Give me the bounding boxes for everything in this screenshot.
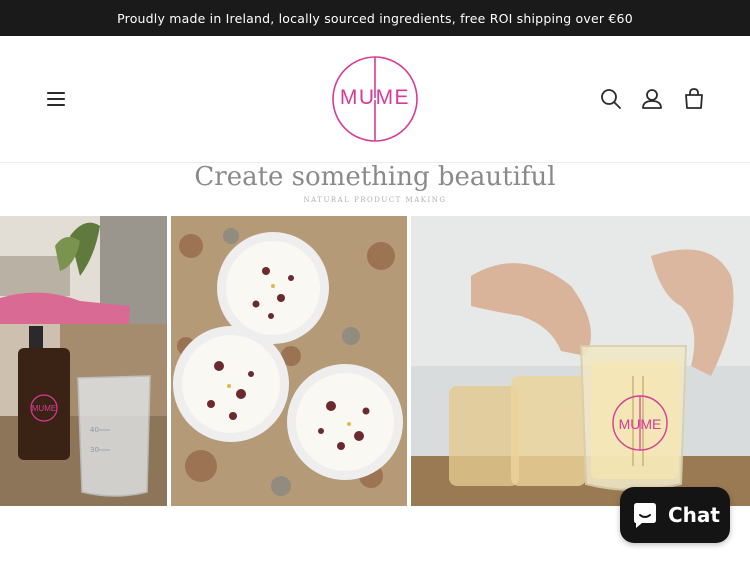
hero-title: Create something beautiful xyxy=(194,162,556,192)
site-logo[interactable]: MUME xyxy=(328,54,422,144)
beaker-mark-30: 30 xyxy=(90,446,99,454)
glass-label: MUME xyxy=(619,416,662,432)
announcement-bar: Proudly made in Ireland, locally sourced… xyxy=(0,0,750,36)
menu-icon[interactable] xyxy=(42,86,70,112)
account-icon[interactable] xyxy=(639,86,665,112)
announcement-text: Proudly made in Ireland, locally sourced… xyxy=(117,10,633,26)
gallery-photo-glass[interactable]: MUME xyxy=(411,216,750,506)
hero-subtitle: NATURAL PRODUCT MAKING xyxy=(303,196,447,204)
logo-text: MUME xyxy=(339,86,411,109)
gallery-photo-candles[interactable] xyxy=(171,216,407,506)
site-header: MUME xyxy=(0,36,750,163)
cart-icon[interactable] xyxy=(681,86,707,112)
chat-label: Chat xyxy=(668,503,720,527)
beaker-mark-40: 40 xyxy=(90,426,99,434)
bottle-label: MUME xyxy=(32,404,56,413)
chat-bubble-icon xyxy=(634,503,656,528)
search-icon[interactable] xyxy=(598,86,624,112)
chat-button[interactable]: Chat xyxy=(620,487,730,543)
photo-gallery: MUME 40 30 MUME xyxy=(0,216,750,506)
gallery-photo-bottle[interactable]: MUME 40 30 xyxy=(0,216,167,506)
